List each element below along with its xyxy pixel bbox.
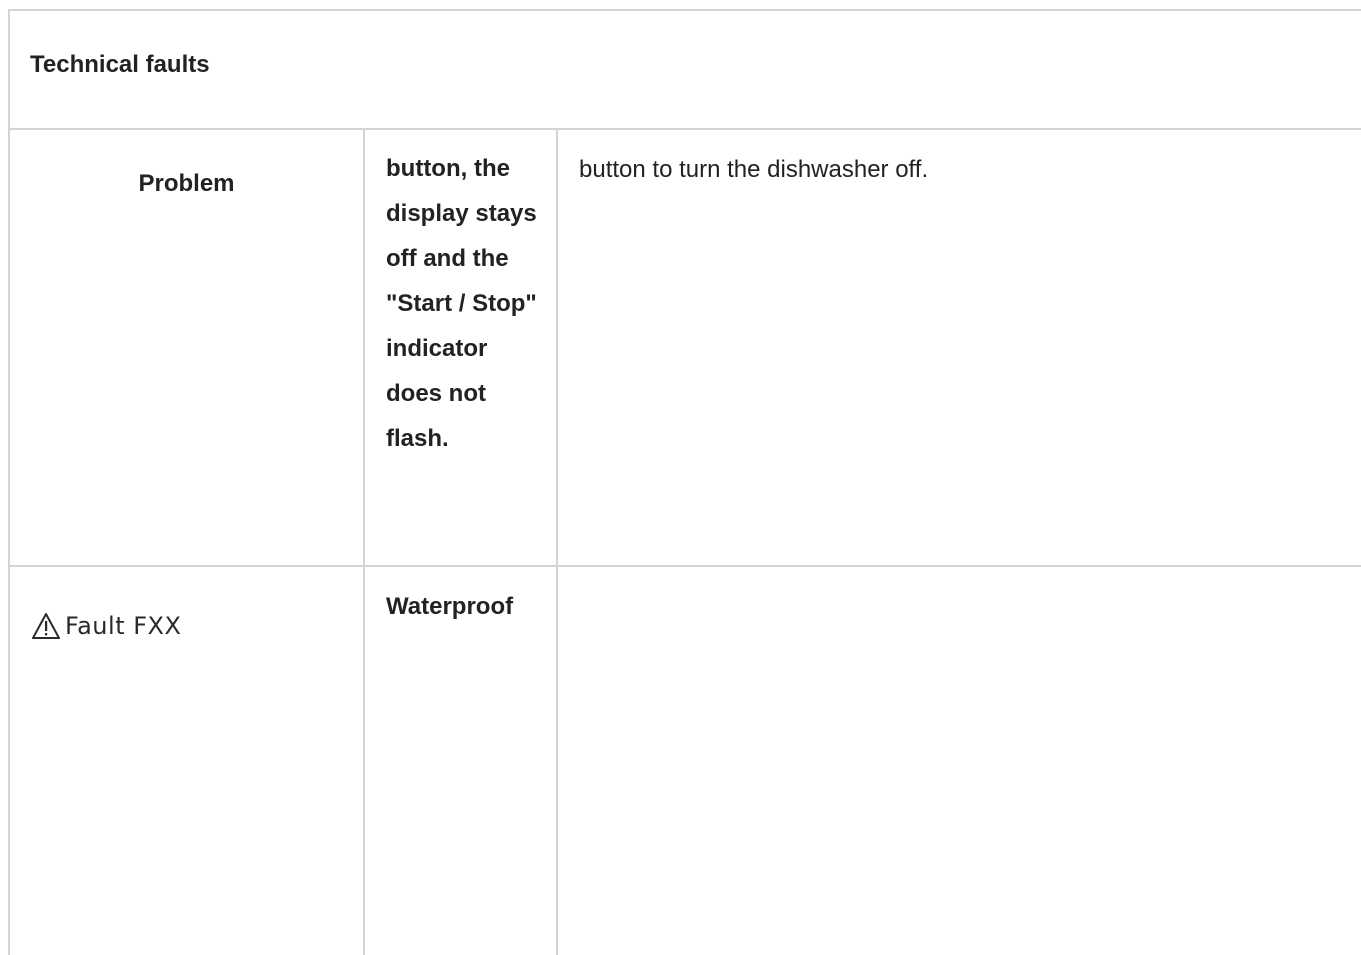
fault-badge: Fault FXX <box>31 612 181 640</box>
problem-label: Problem <box>8 128 365 567</box>
table-row: Problem button, the display stays off an… <box>8 128 1361 567</box>
fault-cell: Fault FXX <box>8 565 365 955</box>
fault-symptom: Waterproof <box>363 565 558 955</box>
page: Technical faults Problem button, the dis… <box>0 0 1361 955</box>
warning-triangle-icon <box>32 613 60 639</box>
problem-symptom: button, the display stays off and the "S… <box>363 128 558 567</box>
fault-code-label: Fault FXX <box>65 612 182 640</box>
table-title-row: Technical faults <box>8 9 1361 130</box>
technical-faults-table: Technical faults Problem button, the dis… <box>8 9 1361 955</box>
problem-solution: button to turn the dishwasher off. <box>556 128 1361 567</box>
table-title: Technical faults <box>8 9 1361 130</box>
table-row: Fault FXX Waterproof <box>8 565 1361 955</box>
fault-solution <box>556 565 1361 955</box>
